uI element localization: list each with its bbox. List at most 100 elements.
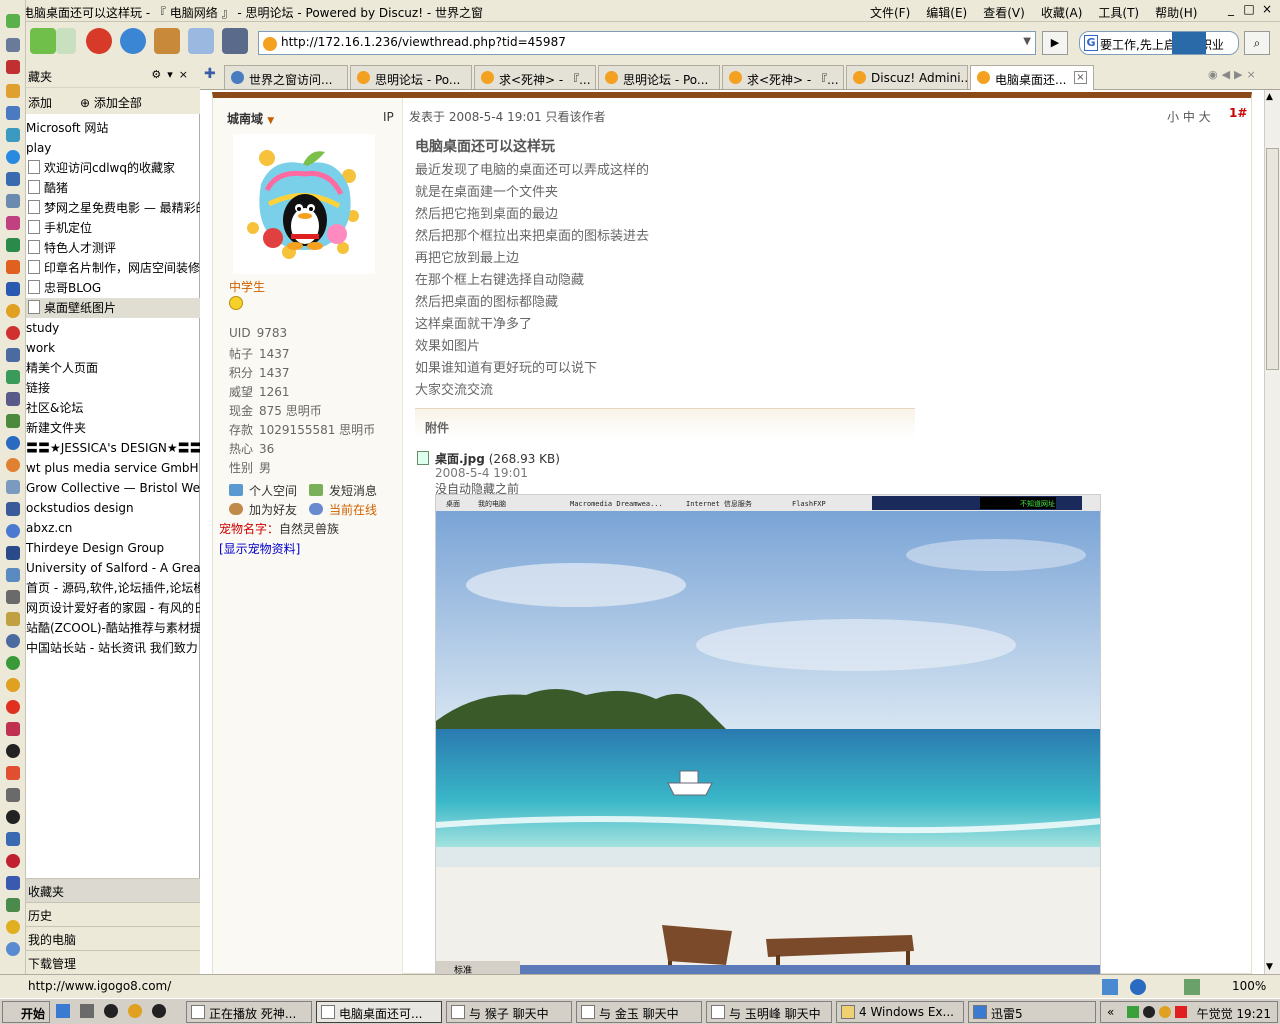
app-icon[interactable] [6, 854, 20, 868]
app-icon[interactable] [6, 502, 20, 516]
history-icon[interactable] [188, 28, 214, 54]
task-chat-2[interactable]: 与 金玉 聊天中 [576, 1001, 702, 1023]
favorite-item[interactable]: play [26, 138, 200, 158]
app-icon[interactable] [6, 788, 20, 802]
qq-icon[interactable] [6, 810, 20, 824]
quick-launch-icon[interactable] [128, 1004, 142, 1018]
sidebar-title[interactable]: 藏夹 [28, 70, 52, 84]
app-icon[interactable] [6, 60, 20, 74]
menu-view[interactable]: 查看(V) [975, 3, 1033, 22]
app-icon[interactable] [6, 128, 20, 142]
network-icon[interactable] [1127, 1006, 1139, 1018]
favorite-item[interactable]: 精美个人页面 [26, 358, 200, 378]
qq-icon[interactable] [104, 1004, 118, 1018]
tab-1[interactable]: 世界之窗访问... [224, 65, 348, 89]
tab-6[interactable]: Discuz! Admini... [846, 65, 968, 89]
app-icon[interactable] [1159, 1006, 1171, 1018]
tab-3[interactable]: 求<死神> - 『... [474, 65, 596, 89]
add-icon[interactable] [6, 14, 20, 28]
refresh-icon[interactable] [120, 28, 146, 54]
personal-space-link[interactable]: 个人空间 [229, 482, 297, 499]
vertical-scrollbar[interactable]: ▲ ▼ [1264, 90, 1280, 974]
sidebar-tab-downloads[interactable]: 下载管理 [26, 950, 200, 974]
back-icon[interactable] [30, 28, 56, 54]
favorite-item[interactable]: 手机定位 [26, 218, 200, 238]
app-icon[interactable] [6, 106, 20, 120]
app-icon[interactable] [6, 304, 20, 318]
minimize-icon[interactable]: _ [1224, 2, 1238, 16]
favorite-item[interactable]: 梦网之星免费电影 — 最精彩的 [26, 198, 200, 218]
forward-icon[interactable] [56, 28, 76, 54]
app-icon[interactable] [6, 216, 20, 230]
favorite-item[interactable]: 忠哥BLOG [26, 278, 200, 298]
favorite-item[interactable]: Thirdeye Design Group [26, 538, 200, 558]
favorite-item[interactable]: 中国站长站 - 站长资讯 我们致力 [26, 638, 200, 658]
shield-icon[interactable] [6, 370, 20, 384]
new-tab-icon[interactable]: ✚ [204, 66, 216, 82]
app-icon[interactable] [6, 480, 20, 494]
app-icon[interactable] [6, 634, 20, 648]
favorite-item[interactable]: 桌面壁纸图片 [26, 298, 200, 318]
tab-active[interactable]: 电脑桌面还... × [970, 65, 1094, 91]
add-friend-link[interactable]: 加为好友 [229, 501, 297, 518]
favorite-item[interactable]: Microsoft 网站 [26, 118, 200, 138]
favorite-item[interactable]: ockstudios design [26, 498, 200, 518]
app-icon[interactable] [1175, 1006, 1187, 1018]
zoom-level[interactable]: 100% [1232, 979, 1266, 993]
favorite-item[interactable]: Grow Collective — Bristol Web D [26, 478, 200, 498]
tab-4[interactable]: 思明论坛 - Po... [598, 65, 720, 89]
favorite-item[interactable]: work [26, 338, 200, 358]
sidebar-controls[interactable]: ⚙▾× [151, 68, 194, 81]
post-meta[interactable]: 发表于 2008-5-4 19:01 只看该作者 [409, 108, 606, 125]
search-button[interactable]: ⌕ [1244, 31, 1270, 55]
quick-launch-icon[interactable] [56, 1004, 70, 1018]
favorite-item[interactable]: University of Salford - A Greater [26, 558, 200, 578]
menu-help[interactable]: 帮助(H) [1147, 3, 1205, 22]
quick-launch-icon[interactable] [80, 1004, 94, 1018]
google-icon[interactable]: G [1084, 35, 1098, 51]
show-pet-link[interactable]: [显示宠物资料] [219, 540, 300, 557]
home-icon[interactable] [154, 28, 180, 54]
go-button[interactable]: ▶ [1042, 31, 1068, 55]
task-media-player[interactable]: 正在播放 死神... [186, 1001, 312, 1023]
app-icon[interactable] [6, 414, 20, 428]
panel-icon[interactable] [6, 38, 20, 52]
menu-file[interactable]: 文件(F) [862, 3, 918, 22]
task-chat-3[interactable]: 与 玉明峰 聊天中 [706, 1001, 832, 1023]
app-icon[interactable] [6, 876, 20, 890]
word-icon[interactable] [6, 282, 20, 296]
tab-2[interactable]: 思明论坛 - Po... [350, 65, 472, 89]
sidebar-tab-my-computer[interactable]: 我的电脑 [26, 926, 200, 950]
favorites-panel-icon[interactable] [222, 28, 248, 54]
close-icon[interactable]: × [1260, 2, 1274, 16]
favorite-item[interactable]: wt plus media service GmbH [26, 458, 200, 478]
app-icon[interactable] [6, 172, 20, 186]
qq-icon[interactable] [152, 1004, 166, 1018]
menu-tools[interactable]: 工具(T) [1090, 3, 1147, 22]
app-icon[interactable] [6, 590, 20, 604]
app-icon[interactable] [6, 766, 20, 780]
favorite-item[interactable]: 酷猪 [26, 178, 200, 198]
favorite-item[interactable]: 新建文件夹 [26, 418, 200, 438]
favorite-item[interactable]: 首页 - 源码,软件,论坛插件,论坛模 [26, 578, 200, 598]
floor-number[interactable]: 1# [1229, 106, 1247, 120]
app-icon[interactable] [6, 898, 20, 912]
menu-edit[interactable]: 编辑(E) [918, 3, 975, 22]
app-icon[interactable] [6, 612, 20, 626]
task-browser[interactable]: 电脑桌面还可... [316, 1001, 442, 1023]
qq-icon[interactable] [1143, 1006, 1155, 1018]
excel-icon[interactable] [6, 238, 20, 252]
app-icon[interactable] [6, 656, 20, 670]
ip-button[interactable]: IP [383, 110, 394, 124]
favorite-item[interactable]: 印章名片制作，网店空间装修 [26, 258, 200, 278]
page-icon[interactable] [1184, 979, 1200, 995]
app-icon[interactable] [6, 700, 20, 714]
address-bar[interactable]: http://172.16.1.236/viewthread.php?tid=4… [258, 31, 1036, 55]
favorite-item[interactable]: 社区&论坛 [26, 398, 200, 418]
menu-favorites[interactable]: 收藏(A) [1033, 3, 1091, 22]
app-icon[interactable] [6, 722, 20, 736]
maximize-icon[interactable]: □ [1242, 2, 1256, 16]
app-icon[interactable] [6, 260, 20, 274]
help-icon[interactable] [1130, 979, 1146, 995]
task-chat-1[interactable]: 与 猴子 聊天中 [446, 1001, 572, 1023]
